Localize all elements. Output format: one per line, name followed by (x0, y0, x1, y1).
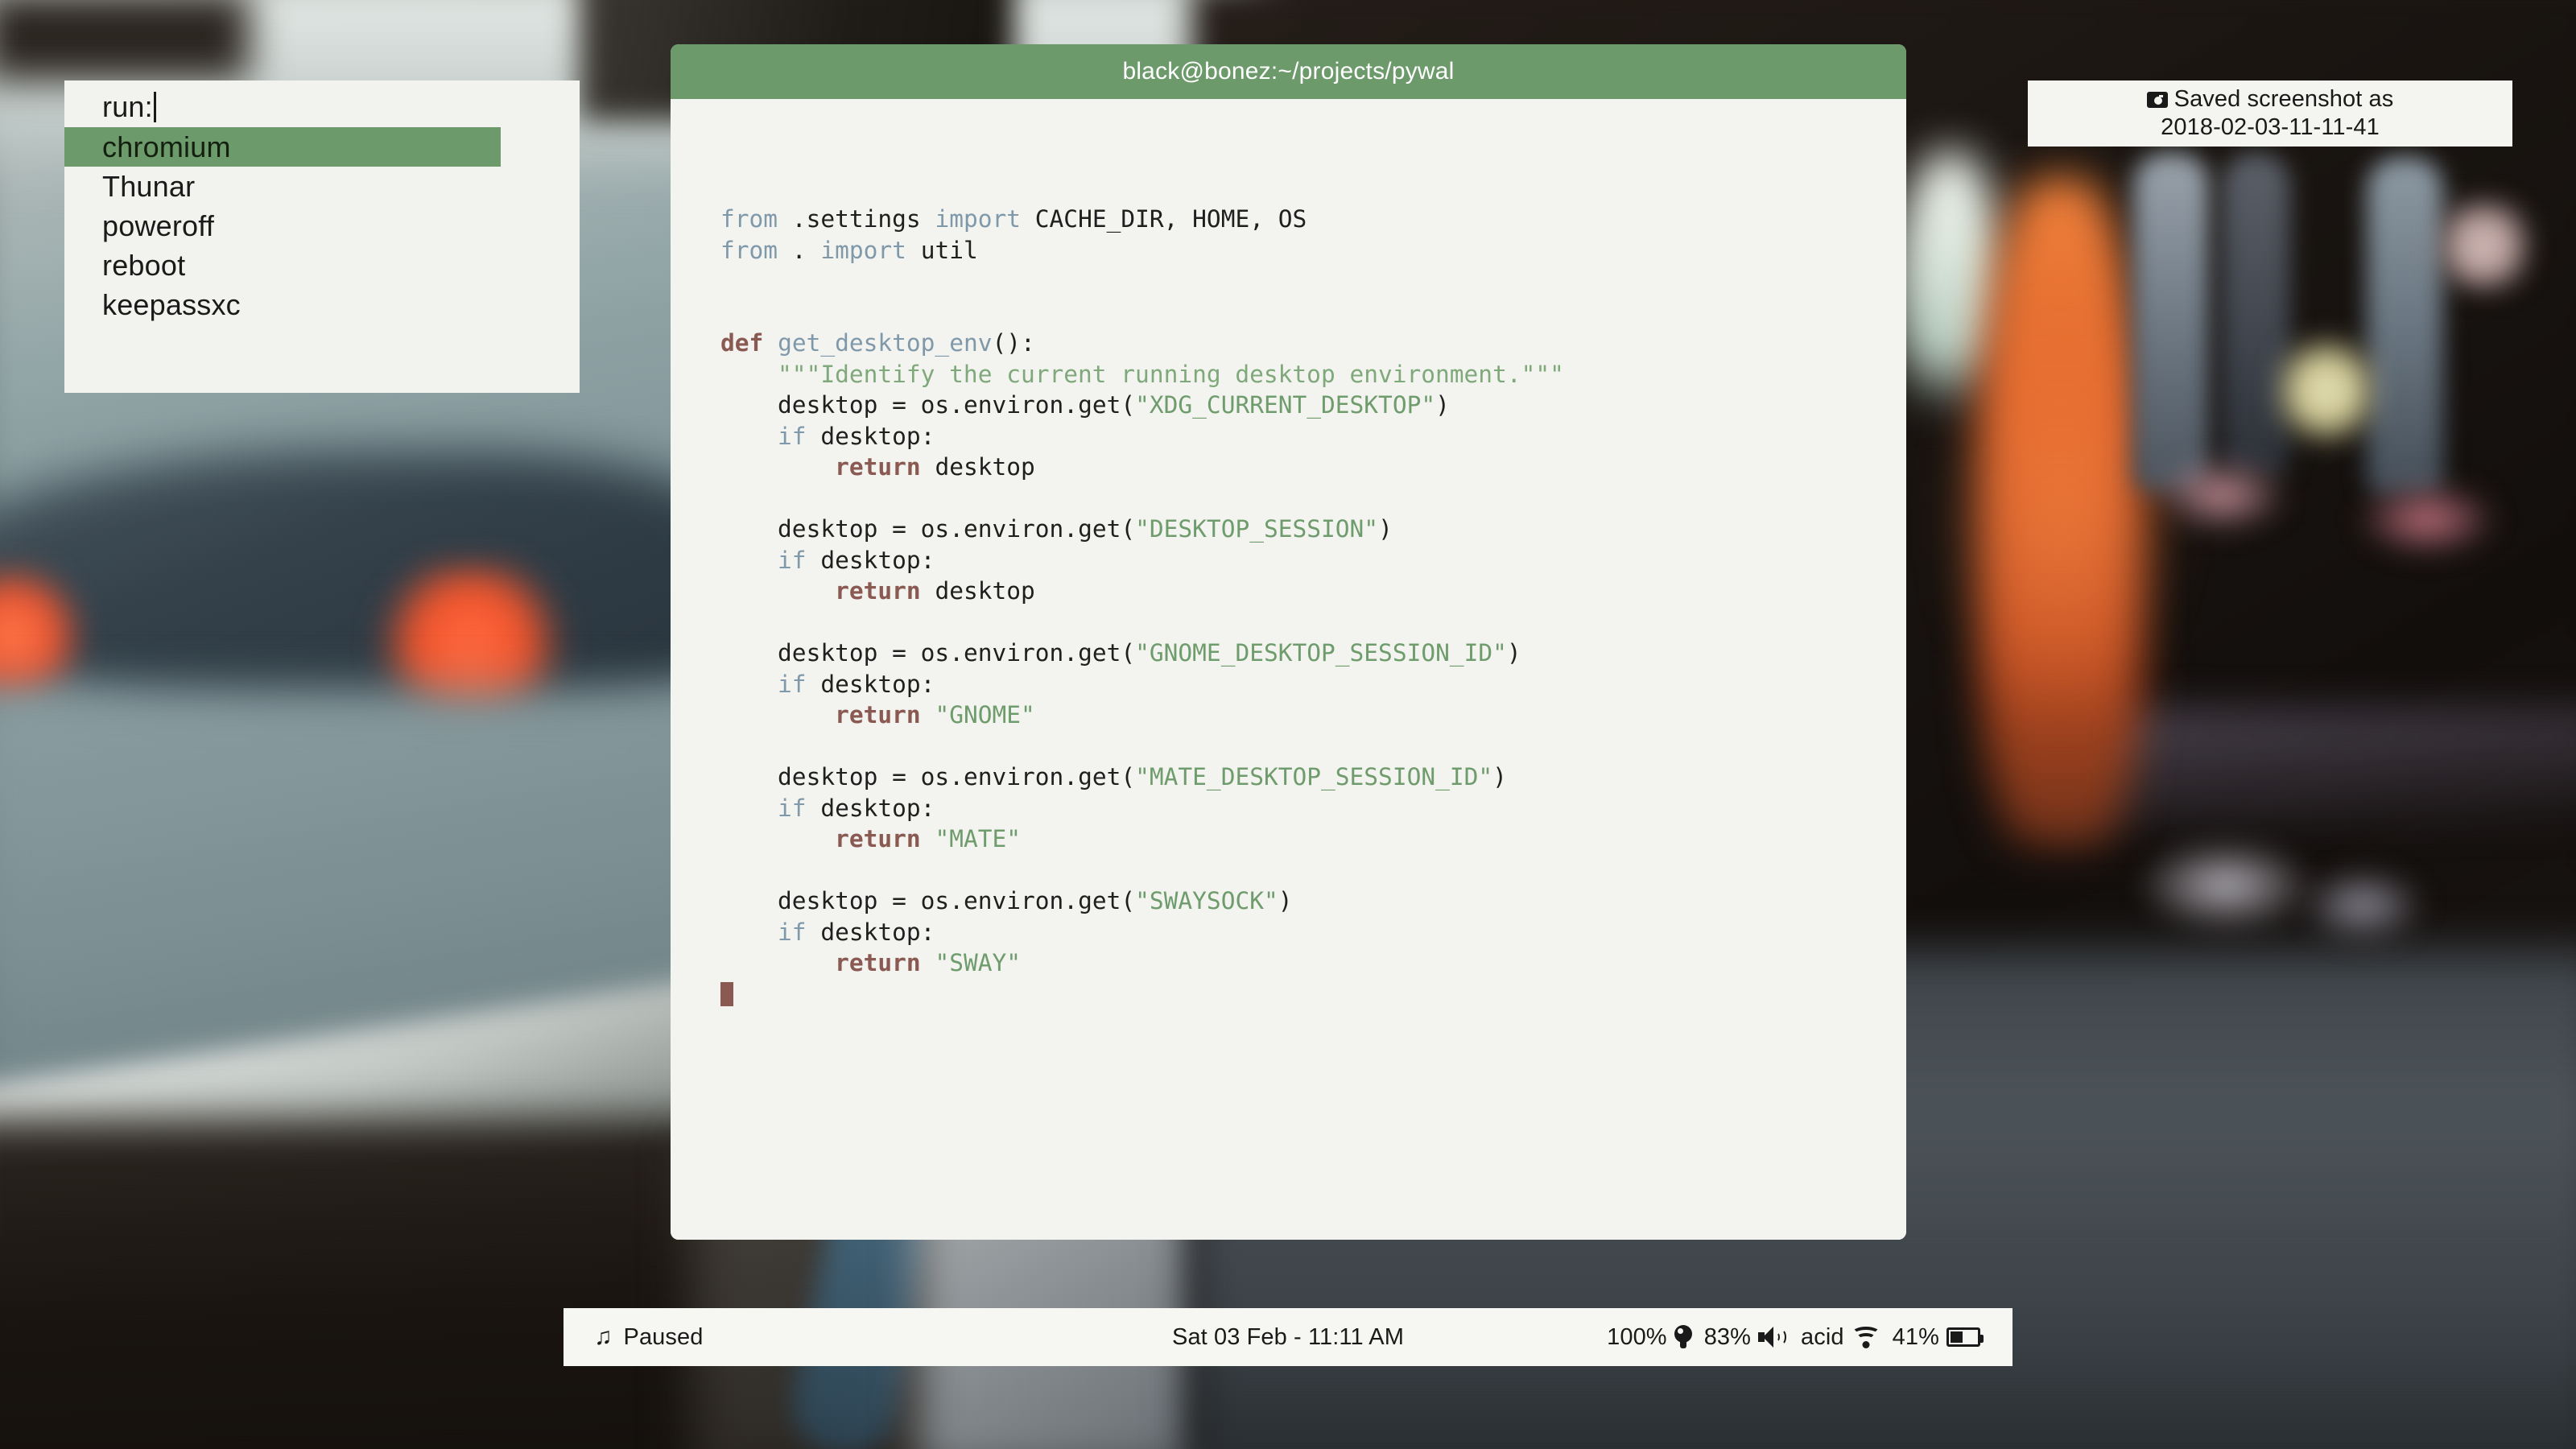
camera-icon (2147, 92, 2168, 108)
status-bar-left: ♫ Paused (594, 1308, 703, 1366)
battery-value: 41% (1893, 1324, 1939, 1351)
notification-title: Saved screenshot as (2174, 86, 2394, 113)
terminal-titlebar[interactable]: black@bonez:~/projects/pywal (671, 44, 1906, 99)
music-note-icon: ♫ (594, 1325, 613, 1349)
volume-value: 83% (1704, 1324, 1751, 1351)
notification-filename: 2018-02-03-11-11-41 (2161, 114, 2380, 141)
brightness-value: 100% (1607, 1324, 1667, 1351)
status-bar-right: 100% 83% acid 41% (1607, 1308, 1980, 1366)
terminal-code-area[interactable]: from .settings import CACHE_DIR, HOME, O… (671, 99, 1906, 1240)
launcher-item-chromium[interactable]: chromium (64, 127, 501, 167)
launcher-item-label: chromium (102, 130, 231, 164)
network-ssid: acid (1801, 1324, 1844, 1351)
wifi-icon (1852, 1327, 1880, 1348)
lightbulb-icon (1674, 1325, 1692, 1349)
launcher-item-poweroff[interactable]: poweroff (64, 206, 580, 246)
notification-line-2: 2018-02-03-11-11-41 (2161, 114, 2380, 141)
launcher-item-reboot[interactable]: reboot (64, 246, 580, 285)
launcher-item-thunar[interactable]: Thunar (64, 167, 580, 206)
launcher-item-keepassxc[interactable]: keepassxc (64, 285, 580, 324)
launcher-text-caret (154, 92, 156, 122)
terminal-cursor (720, 982, 733, 1006)
brightness-indicator[interactable]: 100% (1607, 1324, 1692, 1351)
launcher-item-label: poweroff (102, 209, 214, 243)
terminal-window[interactable]: black@bonez:~/projects/pywal from .setti… (671, 44, 1906, 1240)
music-status-label: Paused (624, 1324, 704, 1351)
launcher-item-label: keepassxc (102, 288, 241, 322)
screenshot-notification[interactable]: Saved screenshot as 2018-02-03-11-11-41 (2028, 80, 2512, 147)
launcher-input-row[interactable]: run: (64, 80, 580, 127)
launcher-prompt-label: run: (102, 90, 153, 124)
battery-indicator[interactable]: 41% (1893, 1324, 1980, 1351)
network-indicator[interactable]: acid (1801, 1324, 1880, 1351)
application-launcher[interactable]: run: chromium Thunar poweroff reboot kee… (64, 80, 580, 393)
speaker-icon (1758, 1326, 1789, 1348)
volume-indicator[interactable]: 83% (1704, 1324, 1789, 1351)
notification-line-1: Saved screenshot as (2147, 86, 2394, 113)
launcher-item-label: reboot (102, 249, 185, 283)
launcher-item-label: Thunar (102, 170, 195, 204)
battery-icon (1946, 1327, 1980, 1347)
clock-label: Sat 03 Feb - 11:11 AM (1172, 1324, 1404, 1351)
terminal-title-text: black@bonez:~/projects/pywal (1122, 58, 1454, 85)
status-bar[interactable]: ♫ Paused Sat 03 Feb - 11:11 AM 100% 83% … (564, 1308, 2013, 1366)
